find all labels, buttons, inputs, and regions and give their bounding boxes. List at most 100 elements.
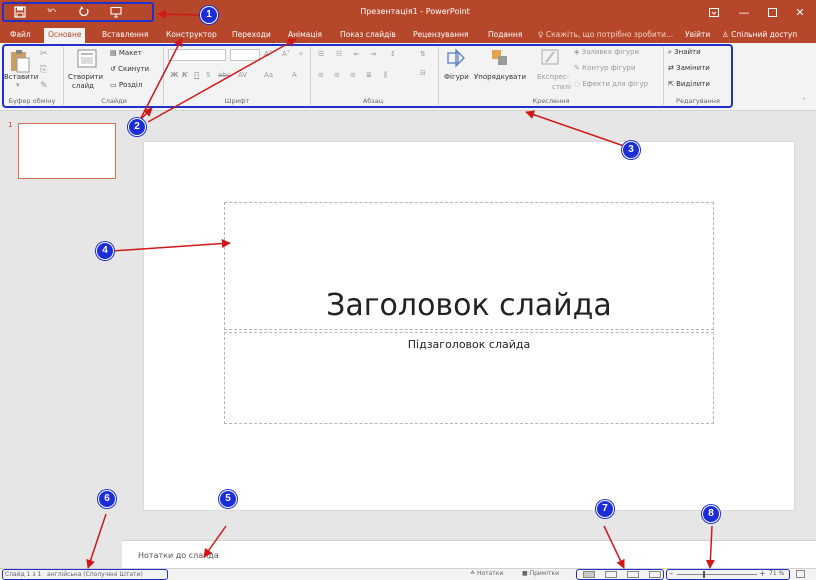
tab-view[interactable]: Подання (488, 28, 522, 43)
ribbon-display-icon (709, 7, 719, 17)
numbering-icon[interactable]: ☷ (336, 50, 342, 58)
shape-outline-label: Контур фігури (582, 64, 636, 72)
slides-group-label: Слайди (101, 97, 127, 105)
slideshow-icon (110, 6, 122, 18)
undo-icon (47, 7, 57, 13)
copy-icon[interactable]: ⎘ (40, 65, 47, 75)
line-spacing-icon[interactable]: ↕ (390, 50, 396, 58)
zoom-in-button[interactable]: + (759, 569, 766, 578)
paint-bucket-icon: ◈ (574, 48, 582, 56)
slide-canvas[interactable]: Заголовок слайда Підзаголовок слайда (144, 142, 794, 510)
slide-sorter-view-button[interactable] (605, 571, 617, 578)
shape-effects-button[interactable]: ◌ Ефекти для фігур (574, 80, 648, 88)
subtitle-placeholder[interactable]: Підзаголовок слайда (224, 332, 714, 424)
title-bar: Презентація1 - PowerPoint — ✕ (0, 0, 816, 26)
slide-thumbnail[interactable] (18, 123, 116, 179)
change-case-icon[interactable]: Aa (264, 71, 273, 79)
close-icon: ✕ (795, 5, 805, 19)
justify-icon[interactable]: ≣ (366, 71, 372, 79)
minimize-icon: — (738, 5, 750, 19)
tab-file[interactable]: Файл (10, 28, 31, 43)
shapes-button[interactable] (446, 48, 466, 72)
pencil-icon: ✎ (574, 64, 583, 72)
font-name-combo[interactable] (168, 49, 226, 61)
tab-review[interactable]: Рецензування (413, 28, 469, 43)
text-direction-icon[interactable]: ⇅ (420, 50, 426, 58)
bullets-icon[interactable]: ☰ (318, 50, 324, 58)
title-placeholder[interactable]: Заголовок слайда (224, 202, 714, 330)
strikethrough-icon[interactable]: abc (218, 71, 231, 79)
replace-button[interactable]: ⇄ Замінити (668, 64, 710, 72)
tab-design[interactable]: Конструктор (166, 28, 217, 43)
normal-view-button[interactable] (583, 571, 595, 578)
increase-font-icon[interactable]: A˄ (264, 50, 272, 58)
start-slideshow-button[interactable] (100, 4, 132, 20)
new-slide-button[interactable] (76, 48, 98, 74)
arrange-button[interactable] (490, 48, 510, 72)
format-painter-icon[interactable]: ✎ (40, 81, 48, 91)
zoom-slider-thumb[interactable] (703, 571, 706, 578)
underline-icon[interactable]: П (194, 71, 199, 79)
align-right-icon[interactable]: ≡ (350, 71, 356, 79)
collapse-ribbon-icon[interactable]: ˄ (802, 97, 806, 106)
language-indicator[interactable]: англійська (Сполучені Штати) (47, 571, 143, 578)
reset-button[interactable]: ↺ Скинути (110, 65, 149, 73)
notes-pane[interactable]: Нотатки до слайда (122, 540, 816, 568)
tab-slideshow[interactable]: Показ слайдів (340, 28, 396, 43)
tell-me-search[interactable]: ♀ Скажіть, що потрібно зробити... (538, 28, 673, 42)
paste-label: Вставити (4, 73, 39, 81)
sign-in-button[interactable]: Увійти (685, 28, 710, 42)
font-size-combo[interactable] (230, 49, 260, 61)
slideshow-view-button[interactable] (649, 571, 661, 578)
columns-icon[interactable]: ⫼ (384, 71, 387, 80)
close-button[interactable]: ✕ (786, 3, 814, 21)
paste-dropdown-icon[interactable]: ▾ (16, 81, 20, 89)
reading-view-button[interactable] (627, 571, 639, 578)
undo-button[interactable] (36, 4, 68, 20)
tab-transitions[interactable]: Переходи (232, 28, 271, 43)
minimize-button[interactable]: — (730, 3, 758, 21)
redo-button[interactable] (68, 4, 100, 20)
annotation-badge-2: 2 (128, 118, 146, 136)
find-button[interactable]: ⌕ Знайти (668, 48, 701, 57)
quick-styles-button[interactable] (540, 48, 560, 72)
cut-icon[interactable]: ✂ (40, 49, 48, 59)
select-button[interactable]: ⇱ Виділити (668, 80, 710, 88)
align-text-icon[interactable]: ⊟ (420, 69, 426, 77)
share-button[interactable]: ♙ Спільний доступ (722, 28, 797, 42)
shadow-icon[interactable]: S (206, 71, 210, 79)
align-center-icon[interactable]: ≡ (334, 71, 340, 79)
italic-icon[interactable]: К (182, 71, 188, 79)
clear-formatting-icon[interactable]: ✧ (298, 50, 304, 58)
tab-home[interactable]: Основне (44, 28, 86, 43)
section-button[interactable]: ▭ Розділ (110, 81, 142, 89)
comments-toggle-button[interactable]: ■ Примітки (522, 570, 559, 577)
save-button[interactable] (4, 4, 36, 20)
annotation-badge-6: 6 (98, 490, 116, 508)
increase-indent-icon[interactable]: ⇥ (370, 50, 376, 58)
font-group-label: Шрифт (224, 97, 250, 105)
paragraph-group-label: Абзац (362, 97, 384, 105)
char-spacing-icon[interactable]: AV (238, 71, 247, 79)
zoom-level[interactable]: 71 % (769, 570, 784, 577)
quick-styles-label-1: Експрес- (537, 73, 570, 81)
decrease-indent-icon[interactable]: ⇤ (354, 50, 360, 58)
tab-animations[interactable]: Анімація (288, 28, 322, 43)
maximize-button[interactable] (758, 3, 786, 21)
annotation-arrow-3 (525, 110, 625, 147)
shape-fill-button[interactable]: ◈ Заливка фігури (574, 48, 639, 56)
tab-insert[interactable]: Вставлення (102, 28, 148, 43)
layout-button[interactable]: ▤ Макет (110, 49, 142, 57)
bold-icon[interactable]: Ж (170, 71, 179, 79)
ribbon-display-options-button[interactable] (700, 3, 728, 21)
shape-outline-button[interactable]: ✎ Контур фігури (574, 64, 636, 72)
zoom-out-button[interactable]: – (669, 569, 673, 578)
annotation-badge-3: 3 (622, 141, 640, 159)
replace-label: Замінити (676, 64, 710, 72)
notes-toggle-button[interactable]: ≙ Нотатки (470, 570, 503, 577)
fit-slide-button[interactable] (796, 570, 805, 578)
font-color-icon[interactable]: A (292, 71, 297, 79)
align-left-icon[interactable]: ≡ (318, 71, 324, 79)
zoom-slider[interactable] (677, 574, 757, 575)
decrease-font-icon[interactable]: A˅ (282, 50, 290, 58)
